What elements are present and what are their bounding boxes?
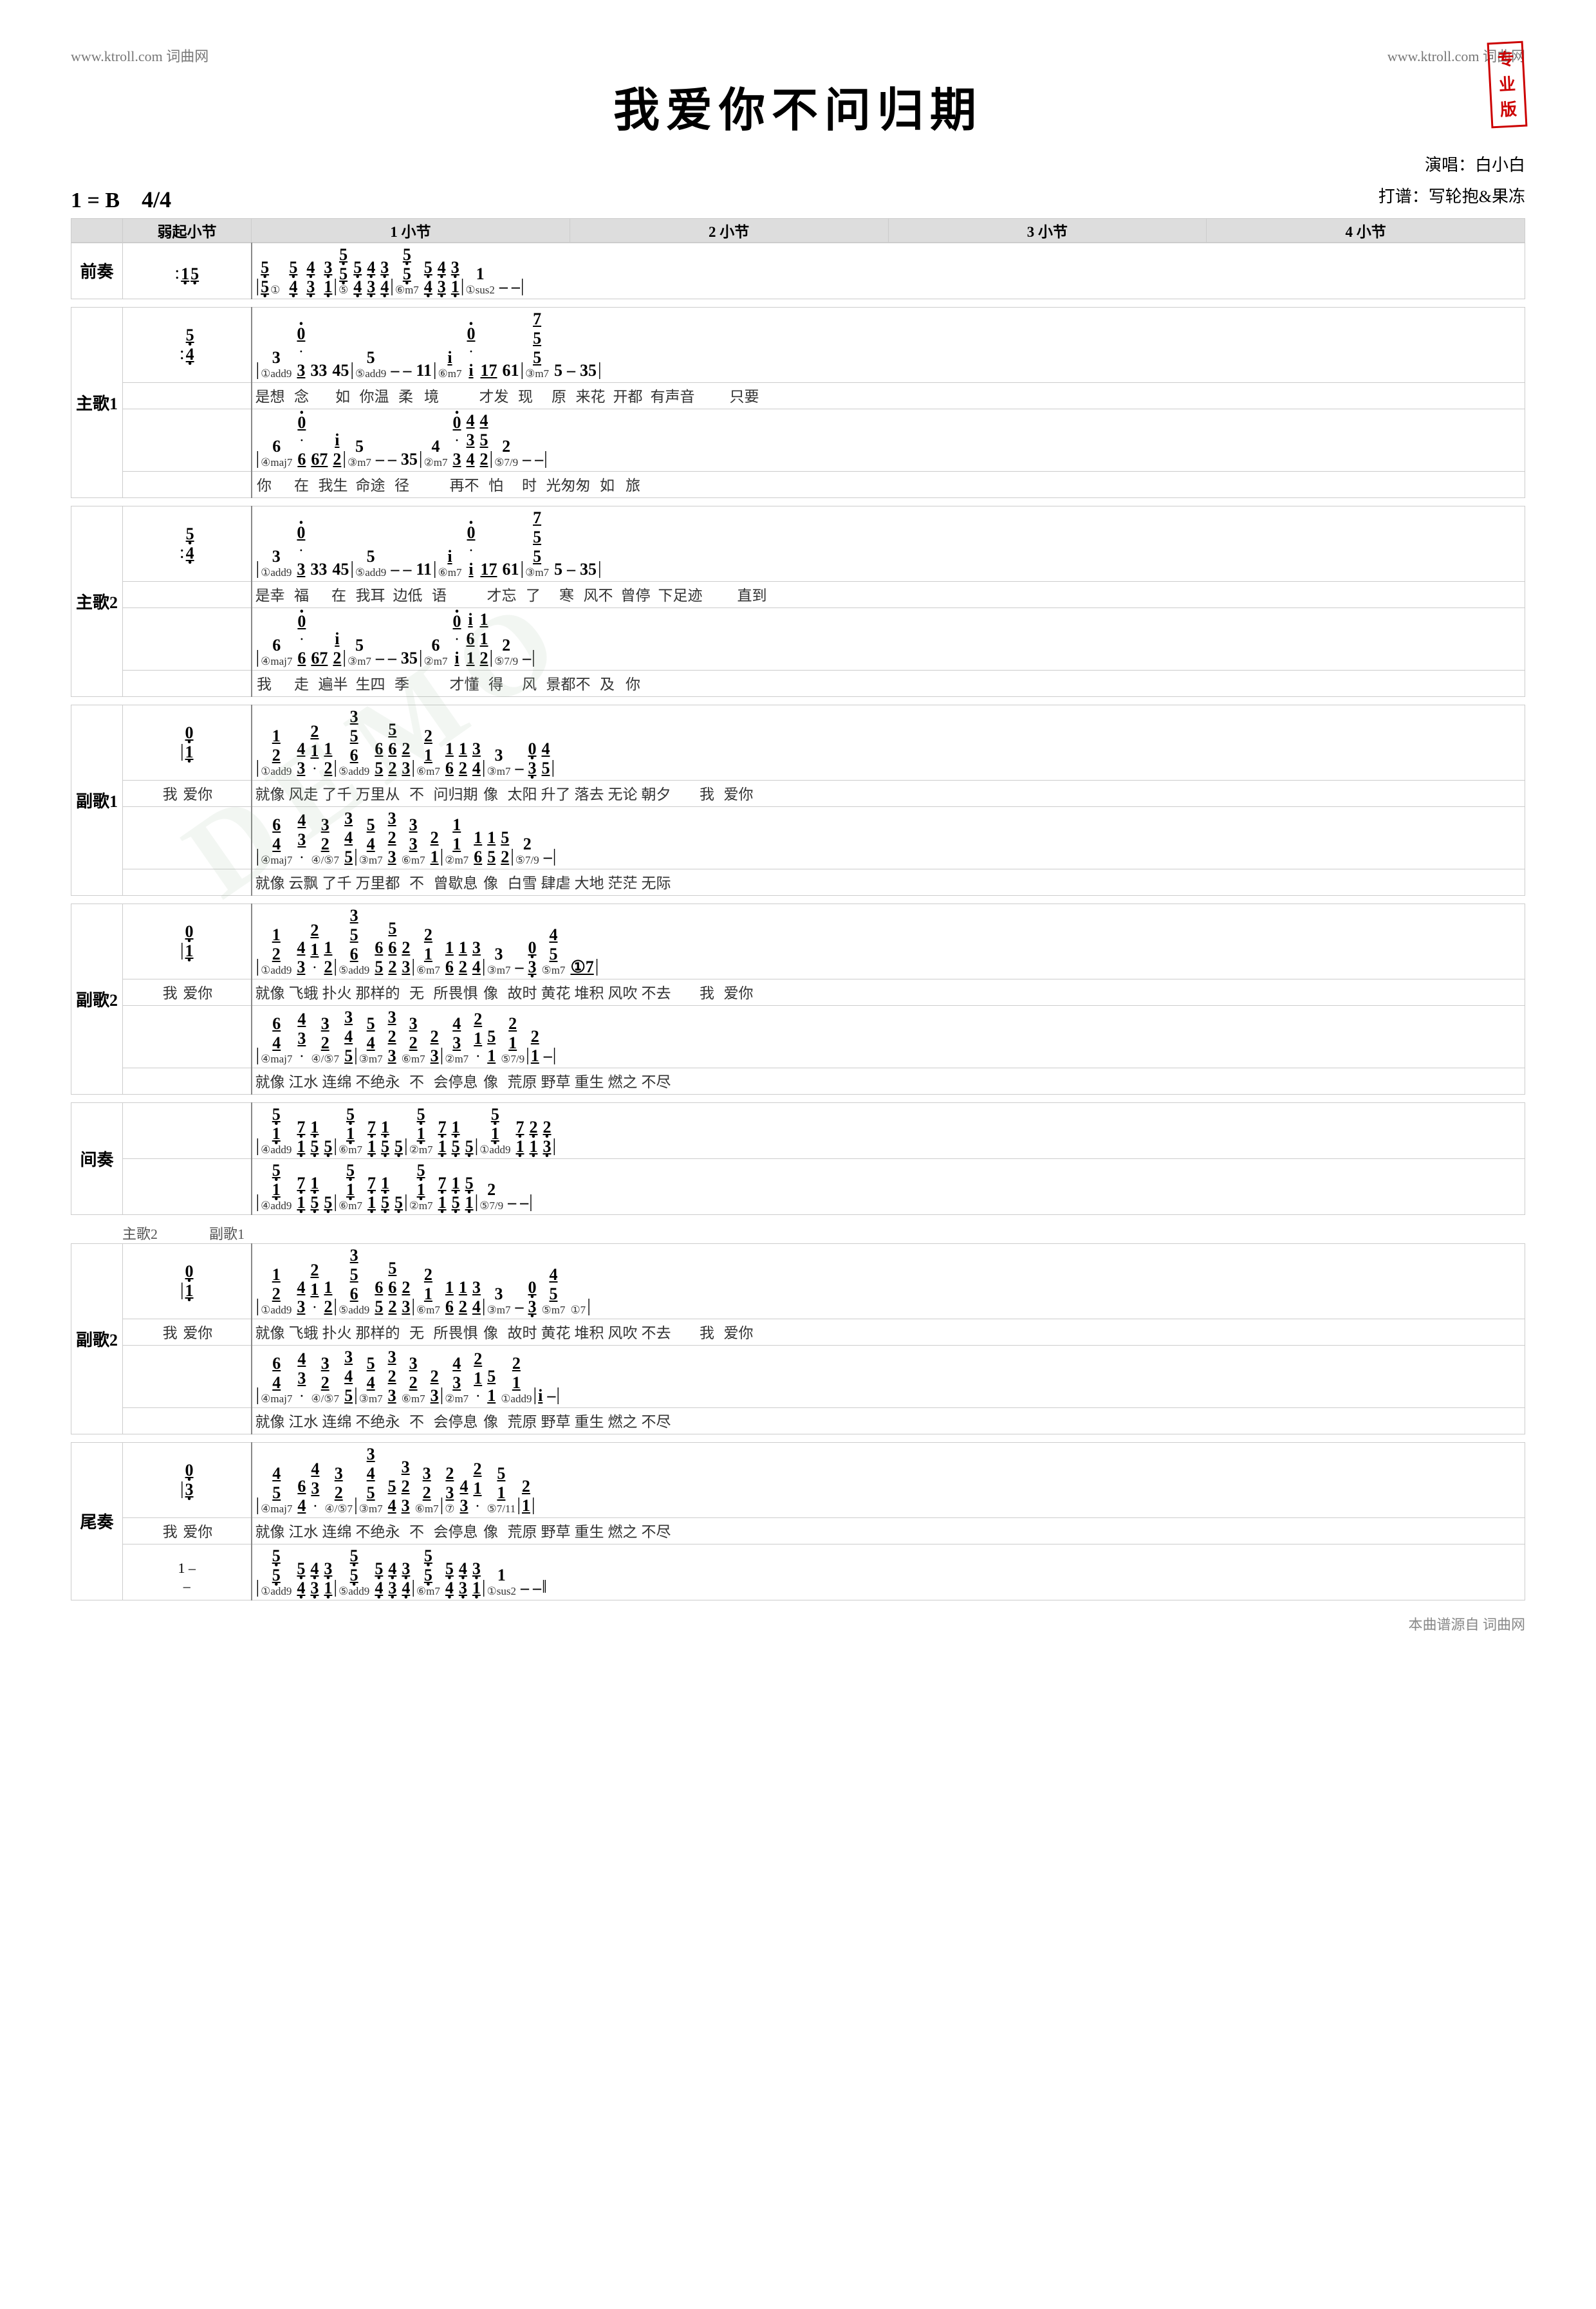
c2-lyrics1: 就像 飞蛾 扑火 那样的 无 所畏惧 像 故时 黄花 堆积 风吹 不去: [252, 979, 1525, 1005]
c1-weak2: [123, 806, 252, 869]
outro-label: 尾奏: [71, 1442, 123, 1600]
c2-bars1: | 1 2 ①add9 4 3 2: [252, 904, 1525, 979]
c1-lyric-weak2: [123, 869, 252, 895]
il-bars2: | 5 1 ④add9 7 1 1: [252, 1158, 1525, 1214]
empty-header: [71, 218, 123, 242]
interlude-label: 间奏: [71, 1102, 123, 1214]
stamp-box: 专 业 版: [1487, 41, 1528, 129]
c2r-lyric-weak2: [123, 1407, 252, 1434]
c2-bars2: | 6 4 ④maj7 4 3· 3: [252, 1005, 1525, 1068]
bar1-header: 1 小节: [252, 218, 570, 242]
c2r-lyric-weak1: 我 爱你: [123, 1319, 252, 1345]
c1-lyrics1: 就像 风走 了千 万里从 不 问归期 像 太阳 升了 落去 无论 朝夕: [252, 780, 1525, 806]
bar3-header: 3 小节: [888, 218, 1207, 242]
time-sig: 4/4: [142, 187, 171, 212]
c2-lyrics2: 就像 江水 连绵 不绝永 不 会停息 像 荒原 野草 重生 燃之 不尽: [252, 1068, 1525, 1094]
c1-bars2: | 6 4 ④maj7 4 3· 3: [252, 806, 1525, 869]
c2r-lyrics1: 就像 飞蛾 扑火 那样的 无 所畏惧 像 故时 黄花 堆积 风吹 不去: [252, 1319, 1525, 1345]
info-row: 1 = B 4/4 演唱：白小白 打谱：写轮抱&果冻: [71, 149, 1525, 213]
chorus2-section: 副歌2 | 0 1 | 1 2: [71, 904, 1525, 1095]
outro-bars3: | 5 5 ①add9 5 4 4: [252, 1544, 1525, 1600]
c2-weak1: | 0 1: [123, 904, 252, 979]
il-weak2: [123, 1158, 252, 1214]
c1-lyrics2: 就像 云飘 了千 万里都 不 曾歇息 像 白雪 肆虐 大地 茫茫 无际: [252, 869, 1525, 895]
c2r-lyrics2: 就像 江水 连绵 不绝永 不 会停息 像 荒原 野草 重生 燃之 不尽: [252, 1407, 1525, 1434]
verse1-label: 主歌1: [71, 307, 123, 497]
song-title: 我爱你不问归期: [71, 72, 1525, 140]
v1-lyrics1: 是想 念 如 你温 柔 境 才发 现 原 来花 开都 有声音: [252, 382, 1525, 409]
interlude-section: 间奏 | 5 1 ④add9 7 1: [71, 1102, 1525, 1215]
prelude-bars: | 5 5 ① 54 43 31: [252, 243, 1525, 299]
arranger-label: 打谱：写轮抱&果冻: [1378, 181, 1525, 212]
v1-lyric-weak2: [123, 471, 252, 497]
c2r-bars1: | 1 2 ①add9 4 3 2: [252, 1243, 1525, 1319]
v1-weak2: [123, 409, 252, 471]
prelude-section: 前奏 : 1 5 |: [71, 243, 1525, 299]
logo-left: www.ktroll.com 词曲网: [71, 45, 209, 66]
repeat-label-chorus1: 副歌1: [209, 1223, 245, 1243]
top-logos: www.ktroll.com 词曲网 www.ktroll.com 词曲网: [71, 45, 1525, 66]
v2-weak1: : 54: [123, 506, 252, 581]
prelude-weak: : 1 5: [123, 243, 252, 299]
chorus2-repeat-section: 副歌2 | 0 1 | 1 2: [71, 1243, 1525, 1434]
outro-lyric-weak1: 我 爱你: [123, 1517, 252, 1544]
verse2-label: 主歌2: [71, 506, 123, 696]
v2-lyrics1: 是幸 福 在 我耳 边低 语 才忘 了 寒 风不 曾停 下足迹: [252, 581, 1525, 607]
il-bars1: | 5 1 ④add9 7 1 1: [252, 1102, 1525, 1158]
v2-bars2: | 6 ④maj7 0·6 67 i2 | 5: [252, 607, 1525, 670]
v1-lyric-weak1: [123, 382, 252, 409]
key-display: 1 = B: [71, 189, 120, 212]
c2r-weak2: [123, 1345, 252, 1407]
v2-lyric-weak2: [123, 670, 252, 696]
repeat-label-verse2: 主歌2: [122, 1223, 158, 1243]
v1-lyrics2: 你 在 我生 命途 径 再不 怕 时 光匆匆 如 旅: [252, 471, 1525, 497]
key-info: 1 = B 4/4: [71, 186, 171, 213]
verse2-section: 主歌2 : 54 | 3 ①add9 0·3: [71, 506, 1525, 697]
v2-weak2: [123, 607, 252, 670]
bar2-header: 2 小节: [570, 218, 888, 242]
score-sheet: 弱起小节 1 小节 2 小节 3 小节 4 小节 前奏 : 1: [71, 218, 1525, 1600]
v1-bars2: | 6 ④maj7 0·6 67 i2 | 5: [252, 409, 1525, 471]
verse1-section: 主歌1 : 5 4 | 3 ①add9: [71, 307, 1525, 498]
c2-lyric-weak2: [123, 1068, 252, 1094]
v2-lyric-weak1: [123, 581, 252, 607]
chorus2-label: 副歌2: [71, 904, 123, 1094]
v1-weak1: : 5 4: [123, 307, 252, 382]
attribution: 本曲谱源自 词曲网: [71, 1613, 1525, 1634]
v2-bars1: | 3 ①add9 0·3 33 45 | 5: [252, 506, 1525, 581]
v1-bars1: | 3 ①add9 0·3 33 45 |: [252, 307, 1525, 382]
c1-lyric-weak1: 我 爱你: [123, 780, 252, 806]
v2-lyrics2: 我 走 遍半 生四 季 才懂 得 风 景都不 及 你: [252, 670, 1525, 696]
c2-weak2: [123, 1005, 252, 1068]
chorus2-repeat-label: 副歌2: [71, 1243, 123, 1434]
weak-bar-header: 弱起小节: [123, 218, 252, 242]
prelude-label: 前奏: [71, 243, 123, 299]
il-weak1: [123, 1102, 252, 1158]
chorus1-label: 副歌1: [71, 705, 123, 895]
c1-weak1: | 0 1: [123, 705, 252, 780]
c2-lyric-weak1: 我 爱你: [123, 979, 252, 1005]
header-table: 弱起小节 1 小节 2 小节 3 小节 4 小节: [71, 218, 1525, 243]
outro-section: 尾奏 | 0 3 | 4 5: [71, 1442, 1525, 1600]
c2r-bars2: | 6 4 ④maj7 4 3· 3: [252, 1345, 1525, 1407]
outro-weak1: | 0 3: [123, 1442, 252, 1517]
bar4-header: 4 小节: [1207, 218, 1525, 242]
performer-info: 演唱：白小白 打谱：写轮抱&果冻: [1378, 149, 1525, 213]
outro-lyrics1: 就像 江水 连绵 不绝永 不 会停息 像 荒原 野草 重生 燃之 不尽: [252, 1517, 1525, 1544]
c2r-weak1: | 0 1: [123, 1243, 252, 1319]
outro-weak3: 1 – –: [123, 1544, 252, 1600]
c1-bars1: | 1 2 ①add9 4 3 2: [252, 705, 1525, 780]
chorus1-section: 副歌1 | 0 1 | 1 2: [71, 705, 1525, 896]
performer-label: 演唱：白小白: [1378, 149, 1525, 181]
outro-bars1: | 4 5 ④maj7 6 4 4: [252, 1442, 1525, 1517]
